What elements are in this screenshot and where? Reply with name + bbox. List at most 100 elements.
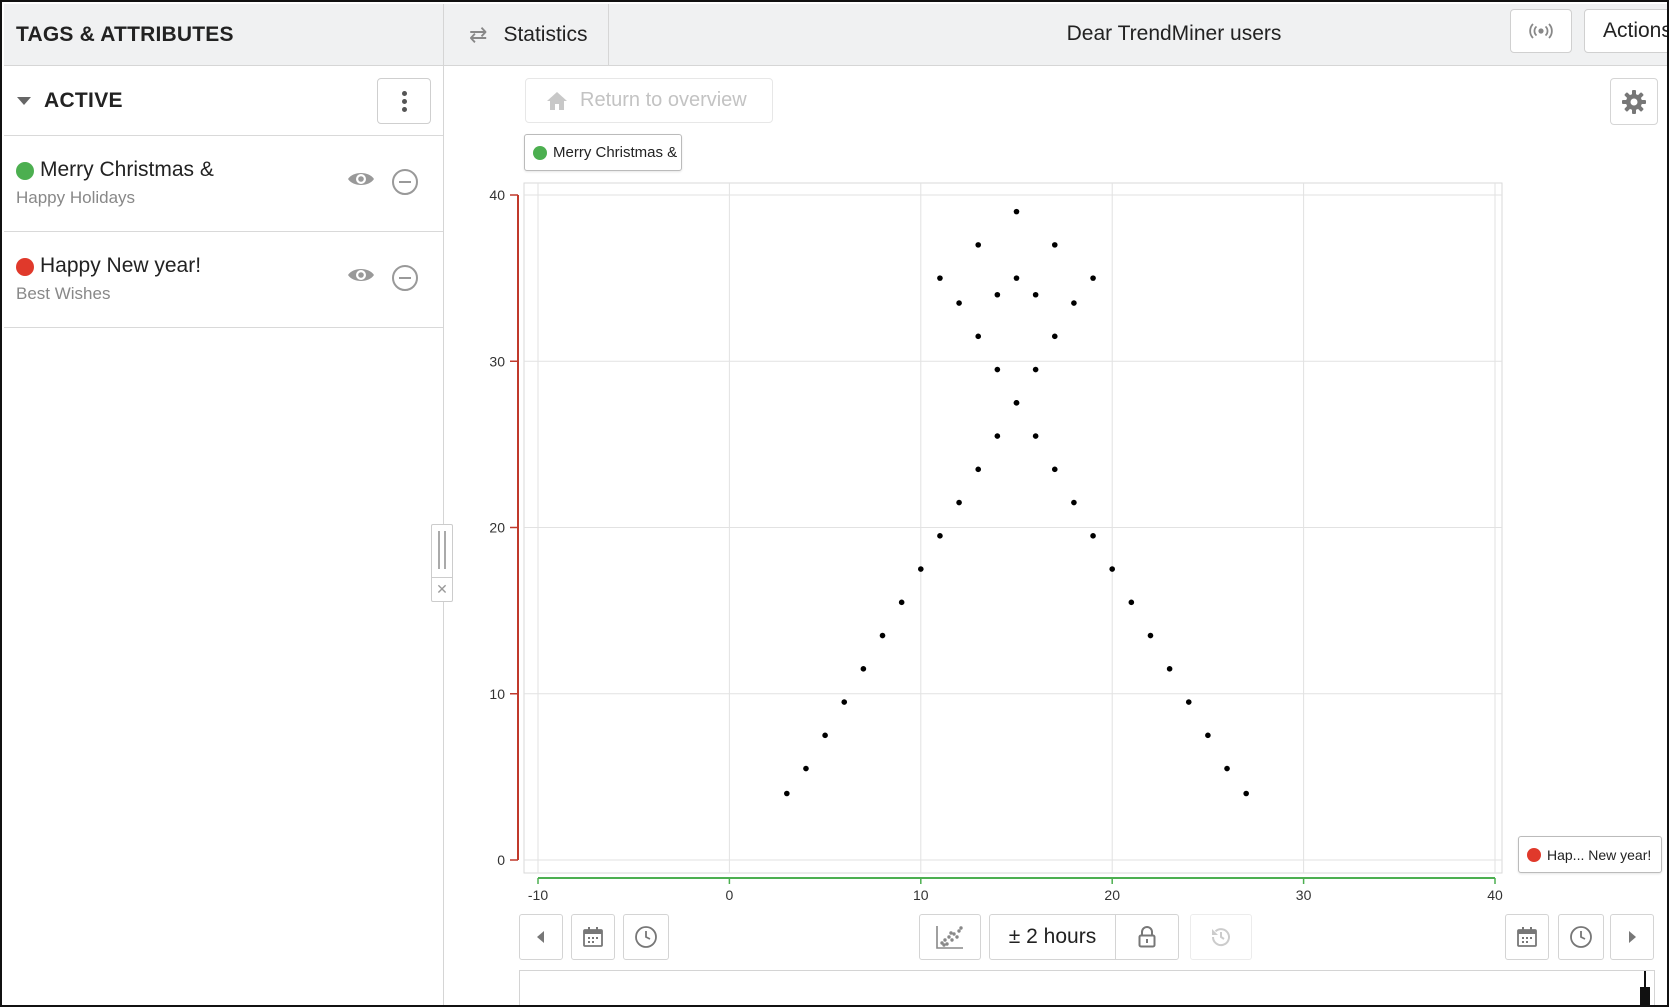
tags-panel: TAGS & ATTRIBUTES ACTIVE Merry Christmas…	[4, 4, 444, 1005]
time-range-label[interactable]: ± 2 hours	[990, 915, 1116, 959]
minus-circle-icon[interactable]	[392, 265, 418, 291]
data-point	[1032, 433, 1039, 439]
data-point	[956, 300, 962, 306]
end-date-button[interactable]	[1505, 914, 1549, 960]
history-icon	[1211, 928, 1230, 947]
data-point	[784, 790, 790, 797]
start-date-button[interactable]	[571, 914, 615, 960]
data-point	[1185, 699, 1192, 705]
data-point	[1224, 765, 1230, 772]
data-point	[1032, 366, 1039, 373]
data-point	[975, 466, 982, 473]
data-point	[1013, 400, 1020, 406]
actions-button[interactable]: Actions	[1584, 9, 1667, 53]
data-point	[937, 533, 943, 539]
data-point	[1051, 242, 1058, 248]
next-button[interactable]	[1610, 914, 1654, 960]
scatter-icon	[936, 926, 963, 949]
view-title: Dear TrendMiner users	[1066, 22, 1282, 45]
chart-settings-button[interactable]	[1610, 78, 1658, 125]
lock-button[interactable]	[1116, 915, 1178, 959]
tag-description: Happy Holidays	[16, 188, 136, 207]
return-label: Return to overview	[580, 89, 747, 111]
data-point	[994, 433, 1001, 439]
data-point	[918, 566, 924, 572]
return-to-overview-button[interactable]: Return to overview	[525, 78, 773, 123]
calendar-icon	[1517, 927, 1537, 947]
x-tick-label: 0	[726, 887, 734, 902]
y-axis-tag-chip[interactable]: Hap... New year!	[1518, 836, 1662, 873]
x-tick-label: 10	[913, 887, 929, 902]
minus-circle-icon[interactable]	[392, 169, 418, 195]
close-icon[interactable]: ✕	[432, 577, 452, 599]
data-point	[1032, 291, 1039, 298]
data-point	[860, 666, 867, 672]
timeline-handle[interactable]	[1640, 971, 1650, 1005]
data-point	[1205, 732, 1211, 739]
statistics-tab[interactable]: ⇄ Statistics	[444, 4, 609, 65]
tag-name: Merry Christmas &	[40, 158, 214, 181]
calendar-icon	[583, 927, 603, 947]
clock-icon	[1570, 926, 1592, 948]
data-point	[1109, 566, 1115, 572]
tag-color-dot	[533, 145, 547, 160]
data-point	[803, 765, 809, 772]
data-point	[975, 333, 982, 340]
data-point	[1051, 466, 1058, 473]
y-tick-label: 0	[497, 852, 505, 868]
y-tick-label: 40	[489, 187, 505, 203]
x-axis-tag-chip[interactable]: Merry Christmas &	[524, 134, 682, 171]
chevron-left-icon	[537, 931, 544, 943]
history-button[interactable]	[1190, 914, 1252, 960]
top-bar: ⇄ Statistics Dear TrendMiner users Actio…	[444, 4, 1667, 66]
data-point	[1013, 208, 1020, 215]
data-point	[1013, 275, 1020, 281]
end-time-button[interactable]	[1558, 914, 1604, 960]
eye-icon[interactable]	[347, 266, 375, 284]
previous-button[interactable]	[519, 914, 563, 960]
x-tick-label: 40	[1487, 887, 1503, 902]
tag-description: Best Wishes	[16, 284, 111, 303]
broadcast-button[interactable]	[1510, 9, 1572, 53]
scatter-toggle-button[interactable]	[919, 914, 981, 960]
y-tick-label: 10	[489, 686, 505, 702]
panel-splitter[interactable]: ✕	[431, 524, 453, 602]
data-point	[994, 366, 1001, 373]
tag-row-merry-christmas[interactable]: Merry Christmas & Happy Holidays	[4, 136, 443, 232]
x-tick-label: -10	[528, 887, 548, 902]
app-window: TAGS & ATTRIBUTES ACTIVE Merry Christmas…	[0, 0, 1669, 1007]
y-tick-label: 20	[489, 520, 505, 536]
x-tick-label: 20	[1104, 887, 1120, 902]
tag-row-happy-new-year[interactable]: Happy New year! Best Wishes	[4, 232, 443, 328]
lock-icon	[1138, 926, 1156, 948]
data-point	[1243, 790, 1249, 797]
drag-handle-icon[interactable]	[438, 531, 446, 569]
data-point	[898, 599, 905, 606]
time-range-control[interactable]: ± 2 hours	[989, 914, 1179, 960]
x-axis-tag-label: Merry Christmas &	[553, 144, 678, 161]
caret-down-icon[interactable]	[17, 96, 31, 105]
active-section-header[interactable]: ACTIVE	[4, 66, 443, 136]
data-point	[975, 242, 982, 248]
statistics-label: Statistics	[503, 22, 588, 46]
eye-icon[interactable]	[347, 170, 375, 188]
tag-color-dot	[16, 258, 34, 276]
data-point	[994, 291, 1001, 298]
data-point	[956, 499, 962, 506]
y-axis-tag-label: Hap... New year!	[1547, 846, 1652, 863]
scatter-chart[interactable]: -10 0 10 20 30 40 0 10 20 30 40	[472, 172, 1522, 902]
x-tick-label: 30	[1296, 887, 1312, 902]
data-point	[879, 632, 886, 639]
clock-icon	[635, 926, 657, 948]
start-time-button[interactable]	[623, 914, 669, 960]
y-tick-label: 30	[489, 353, 505, 369]
timeline-navigator[interactable]	[519, 970, 1655, 1005]
home-icon	[547, 91, 567, 110]
data-point	[1090, 275, 1096, 281]
tag-color-dot	[16, 162, 34, 180]
more-vertical-icon[interactable]	[377, 78, 431, 124]
swap-icon: ⇄	[469, 21, 488, 47]
tags-panel-title: TAGS & ATTRIBUTES	[4, 4, 443, 66]
broadcast-icon	[1529, 23, 1553, 39]
data-point	[841, 699, 848, 705]
